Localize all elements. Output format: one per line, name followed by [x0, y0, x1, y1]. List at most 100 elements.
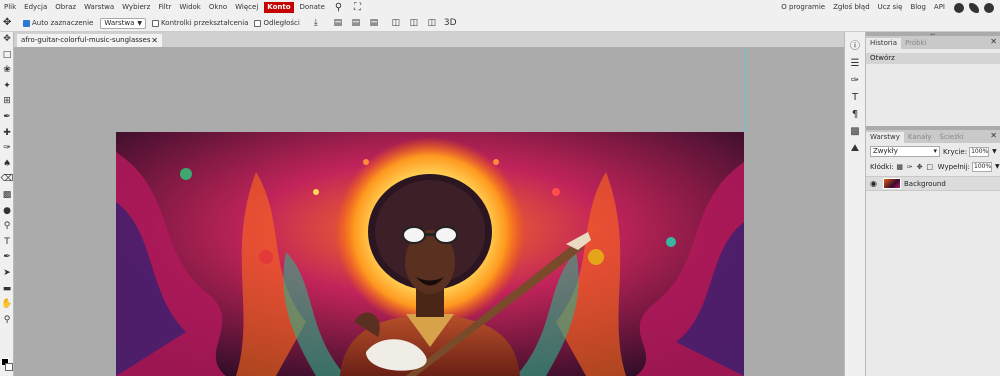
konto-button[interactable]: Konto — [264, 2, 294, 13]
lock-transparency-icon[interactable]: ▦ — [896, 163, 904, 171]
character-icon[interactable]: T — [845, 89, 865, 106]
healing-brush-icon[interactable]: ✚ — [0, 126, 14, 142]
lock-all-icon[interactable]: □ — [926, 163, 934, 171]
align-left-icon[interactable]: ◫ — [390, 17, 402, 29]
pen-tool-icon[interactable]: ✒ — [0, 250, 14, 266]
eye-icon[interactable]: ◉ — [870, 179, 880, 188]
blend-mode-value: Zwykły — [873, 147, 898, 155]
layers-panel-tabs: Warstwy Kanały Ścieżki ✕ — [866, 130, 1000, 143]
layer-select-value: Warstwa — [104, 18, 135, 27]
opacity-label: Krycie: — [943, 147, 968, 156]
lasso-tool-icon[interactable]: ❀ — [0, 63, 14, 79]
options-bar: ✥ Auto zaznaczenie Warstwa ▼ Kontrolki pr… — [0, 15, 1000, 32]
three-d-label[interactable]: 3D — [444, 17, 457, 29]
gradient-tool-icon[interactable]: ▩ — [0, 188, 14, 204]
opacity-input[interactable]: 100% — [969, 146, 990, 157]
layer-row[interactable]: ◉ Background — [866, 176, 1000, 191]
paragraph-icon[interactable]: ¶ — [845, 106, 865, 123]
text-tool-icon[interactable]: T — [0, 235, 14, 251]
menu-about[interactable]: O programie — [777, 0, 829, 15]
align-middle-icon[interactable]: ▤ — [350, 17, 362, 29]
menu-api[interactable]: API — [930, 0, 949, 15]
move-tool-icon[interactable]: ✥ — [0, 32, 14, 48]
auto-select-label: Auto zaznaczenie — [32, 19, 94, 27]
menu-blog[interactable]: Blog — [906, 0, 929, 15]
transform-controls-checkbox[interactable] — [152, 19, 160, 27]
eraser-icon[interactable]: ⌫ — [0, 172, 14, 188]
menu-learn[interactable]: Ucz się — [874, 0, 907, 15]
menu-more[interactable]: Więcej — [231, 0, 262, 15]
brush-tool-icon[interactable]: ✑ — [0, 141, 14, 157]
donate-button[interactable]: Donate — [296, 0, 329, 15]
menu-view[interactable]: Widok — [175, 0, 205, 15]
tab-history[interactable]: Historia — [866, 38, 901, 49]
zoom-tool-icon[interactable]: ⚲ — [0, 313, 14, 329]
menu-file[interactable]: Plik — [0, 0, 20, 15]
fullscreen-icon[interactable]: ⛶ — [351, 1, 364, 14]
menu-bar: Plik Edycja Obraz Warstwa Wybierz Filtr … — [0, 0, 1000, 15]
magic-wand-icon[interactable]: ✦ — [0, 79, 14, 95]
image-icon[interactable]: ⛰ — [845, 140, 865, 157]
workspace[interactable] — [14, 47, 844, 376]
fill-input[interactable]: 100% — [972, 161, 993, 172]
document-tab[interactable]: afro-guitar-colorful-music-sunglasses ✕ — [17, 34, 162, 47]
info-icon[interactable]: ⓘ — [845, 38, 865, 55]
menu-edit[interactable]: Edycja — [20, 0, 51, 15]
clone-stamp-icon[interactable]: ♠ — [0, 157, 14, 173]
eyedropper-icon[interactable]: ✒ — [0, 110, 14, 126]
marquee-tool-icon[interactable]: □ — [0, 48, 14, 64]
align-top-icon[interactable]: ▤ — [332, 17, 344, 29]
blend-mode-select[interactable]: Zwykły ▾ — [870, 146, 940, 157]
auto-select-checkbox[interactable] — [23, 19, 30, 27]
tab-channels[interactable]: Kanały — [904, 132, 936, 143]
align-bottom-icon[interactable]: ▤ — [368, 17, 380, 29]
lock-position-icon[interactable]: ✥ — [916, 163, 924, 171]
close-icon[interactable]: ✕ — [151, 34, 158, 47]
css-icon[interactable]: ▩ — [845, 123, 865, 140]
guide-line[interactable] — [744, 47, 745, 132]
menu-report-bug[interactable]: Zgłoś błąd — [829, 0, 874, 15]
hand-tool-icon[interactable]: ✋ — [0, 297, 14, 313]
opacity-arrow-icon[interactable]: ▼ — [992, 148, 997, 155]
lock-row: Kłódki: ▦ ✑ ✥ □ Wypełnij: 100% ▼ — [866, 160, 1000, 173]
reddit-icon[interactable] — [954, 2, 964, 13]
tab-layers[interactable]: Warstwy — [866, 132, 904, 143]
document-tabs: afro-guitar-colorful-music-sunglasses ✕ — [14, 32, 844, 47]
document-tab-title: afro-guitar-colorful-music-sunglasses — [21, 36, 151, 44]
menu-image[interactable]: Obraz — [51, 0, 80, 15]
canvas-image[interactable] — [116, 132, 744, 376]
path-select-icon[interactable]: ➤ — [0, 266, 14, 282]
layers-panel: Warstwy Kanały Ścieżki ✕ Zwykły ▾ Krycie:… — [866, 130, 1000, 376]
history-item[interactable]: Otwórz — [866, 53, 1000, 64]
close-icon[interactable]: ✕ — [990, 131, 997, 140]
artwork-svg — [116, 132, 744, 376]
menu-filter[interactable]: Filtr — [154, 0, 175, 15]
blur-tool-icon[interactable]: ● — [0, 204, 14, 220]
fill-label: Wypełnij: — [937, 162, 971, 171]
lock-pixels-icon[interactable]: ✑ — [906, 163, 914, 171]
crop-tool-icon[interactable]: ⊞ — [0, 94, 14, 110]
shape-tool-icon[interactable]: ▬ — [0, 282, 14, 298]
fill-arrow-icon[interactable]: ▼ — [995, 163, 1000, 170]
brush-settings-icon[interactable]: ✑ — [845, 72, 865, 89]
distances-checkbox[interactable] — [254, 19, 262, 27]
properties-icon[interactable]: ☰ — [845, 55, 865, 72]
menu-select[interactable]: Wybierz — [118, 0, 154, 15]
layer-select-dropdown[interactable]: Warstwa ▼ — [100, 17, 147, 29]
close-icon[interactable]: ✕ — [990, 37, 997, 46]
panel-icon-column: ⓘ ☰ ✑ T ¶ ▩ ⛰ — [844, 32, 866, 376]
color-swatches[interactable] — [1, 358, 13, 372]
menu-right: O programie Zgłoś błąd Ucz się Blog API — [777, 0, 994, 15]
search-icon[interactable]: ⚲ — [332, 1, 345, 14]
align-center-icon[interactable]: ◫ — [408, 17, 420, 29]
background-color[interactable] — [5, 363, 13, 371]
menu-window[interactable]: Okno — [205, 0, 231, 15]
download-icon[interactable]: ⤓ — [310, 17, 322, 29]
menu-layer[interactable]: Warstwa — [80, 0, 118, 15]
align-right-icon[interactable]: ◫ — [426, 17, 438, 29]
twitter-icon[interactable] — [969, 2, 979, 13]
tab-swatches[interactable]: Próbki — [901, 38, 931, 49]
facebook-icon[interactable] — [984, 2, 994, 13]
dodge-tool-icon[interactable]: ⚲ — [0, 219, 14, 235]
tab-paths[interactable]: Ścieżki — [936, 132, 968, 143]
